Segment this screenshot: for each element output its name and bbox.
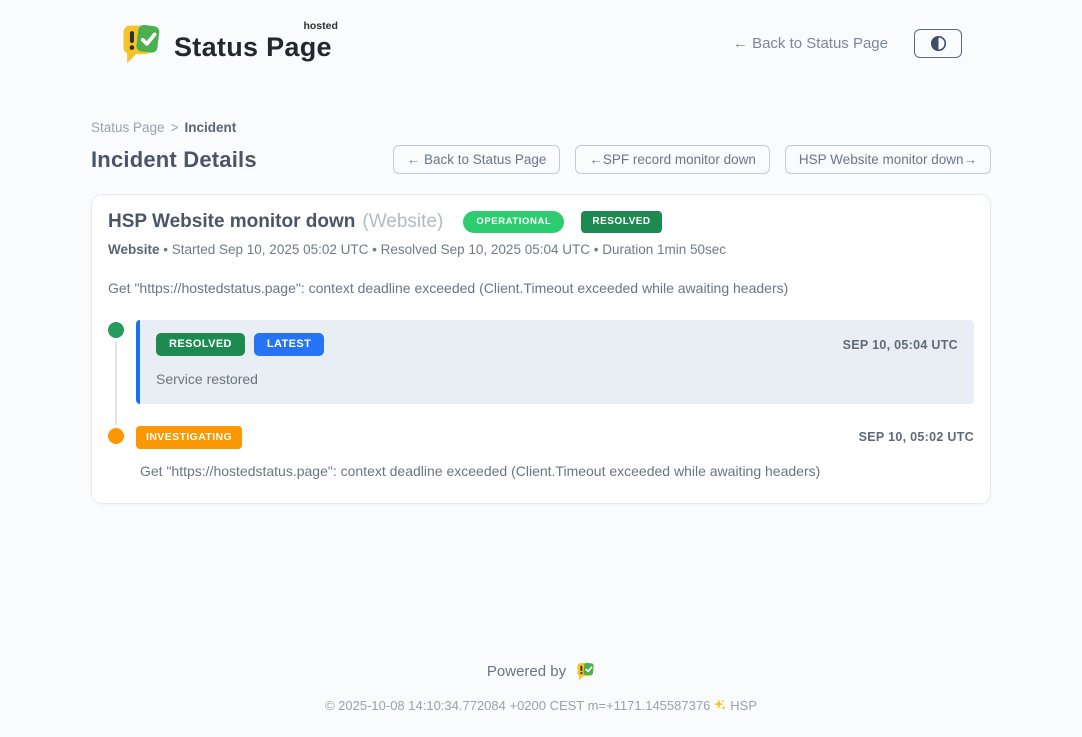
incident-description: Get "https://hostedstatus.page": context… <box>108 280 974 296</box>
theme-toggle-button[interactable] <box>914 29 962 58</box>
prev-incident-button[interactable]: ←SPF record monitor down <box>575 145 770 174</box>
breadcrumb: Status Page > Incident <box>91 120 991 135</box>
back-to-status-page-button[interactable]: ← Back to Status Page <box>393 145 561 174</box>
incident-nav-buttons: ← Back to Status Page ←SPF record monito… <box>393 145 991 174</box>
timeline-item-resolved: RESOLVED LATEST SEP 10, 05:04 UTC Servic… <box>108 320 974 404</box>
timeline-resolved-badge: RESOLVED <box>156 333 245 356</box>
copyright-text: © 2025-10-08 14:10:34.772084 +0200 CEST … <box>325 698 710 713</box>
breadcrumb-separator: > <box>171 120 179 135</box>
logo-superscript: hosted <box>303 20 337 32</box>
incident-card: HSP Website monitor down (Website) OPERA… <box>91 194 991 504</box>
timeline-latest-badge: LATEST <box>254 333 324 356</box>
heading-row: Incident Details ← Back to Status Page ←… <box>91 145 991 174</box>
copyright-suffix: HSP <box>730 698 757 713</box>
powered-by-label: Powered by <box>487 663 566 680</box>
timeline-timestamp: SEP 10, 05:02 UTC <box>859 430 974 444</box>
footer: Powered by © 2025-10-08 14:10:34.772084 … <box>0 661 1082 715</box>
sparkles-icon <box>713 700 727 715</box>
copyright-line: © 2025-10-08 14:10:34.772084 +0200 CEST … <box>0 698 1082 715</box>
page-title: Incident Details <box>91 147 257 173</box>
incident-meta-times: • Started Sep 10, 2025 05:02 UTC • Resol… <box>160 242 727 257</box>
logo[interactable]: Status Page hosted <box>118 21 332 65</box>
incident-scope: (Website) <box>362 211 443 233</box>
timeline-message: Get "https://hostedstatus.page": context… <box>136 463 974 479</box>
timeline-investigating-badge: INVESTIGATING <box>136 426 242 449</box>
resolved-badge: RESOLVED <box>581 211 661 233</box>
incident-title: HSP Website monitor down <box>108 211 355 233</box>
timeline-dot-resolved <box>108 322 124 338</box>
logo-text: Status Page <box>174 32 332 62</box>
breadcrumb-incident: Incident <box>184 120 236 135</box>
operational-badge: OPERATIONAL <box>463 211 564 233</box>
timeline-timestamp: SEP 10, 05:04 UTC <box>843 338 958 352</box>
incident-component: Website <box>108 242 160 257</box>
incident-timeline: RESOLVED LATEST SEP 10, 05:04 UTC Servic… <box>108 320 974 479</box>
contrast-icon <box>929 34 948 53</box>
logo-icon <box>118 21 162 65</box>
main-content: Status Page > Incident Incident Details ← … <box>91 72 991 504</box>
incident-title-row: HSP Website monitor down (Website) OPERA… <box>108 211 974 233</box>
timeline-message: Service restored <box>156 371 958 387</box>
next-incident-button[interactable]: HSP Website monitor down→ <box>785 145 991 174</box>
timeline-item-investigating: INVESTIGATING SEP 10, 05:02 UTC Get "htt… <box>108 426 974 479</box>
header: Status Page hosted ← Back to Status Page <box>0 0 1082 72</box>
header-back-link[interactable]: ← Back to Status Page <box>733 35 888 52</box>
latest-update-box: RESOLVED LATEST SEP 10, 05:04 UTC Servic… <box>136 320 974 404</box>
timeline-dot-investigating <box>108 428 124 444</box>
breadcrumb-status-page[interactable]: Status Page <box>91 120 165 135</box>
footer-logo-icon <box>575 661 595 681</box>
header-actions: ← Back to Status Page <box>733 29 962 58</box>
powered-by-link[interactable]: Powered by <box>487 661 595 681</box>
incident-meta: Website • Started Sep 10, 2025 05:02 UTC… <box>108 242 974 257</box>
